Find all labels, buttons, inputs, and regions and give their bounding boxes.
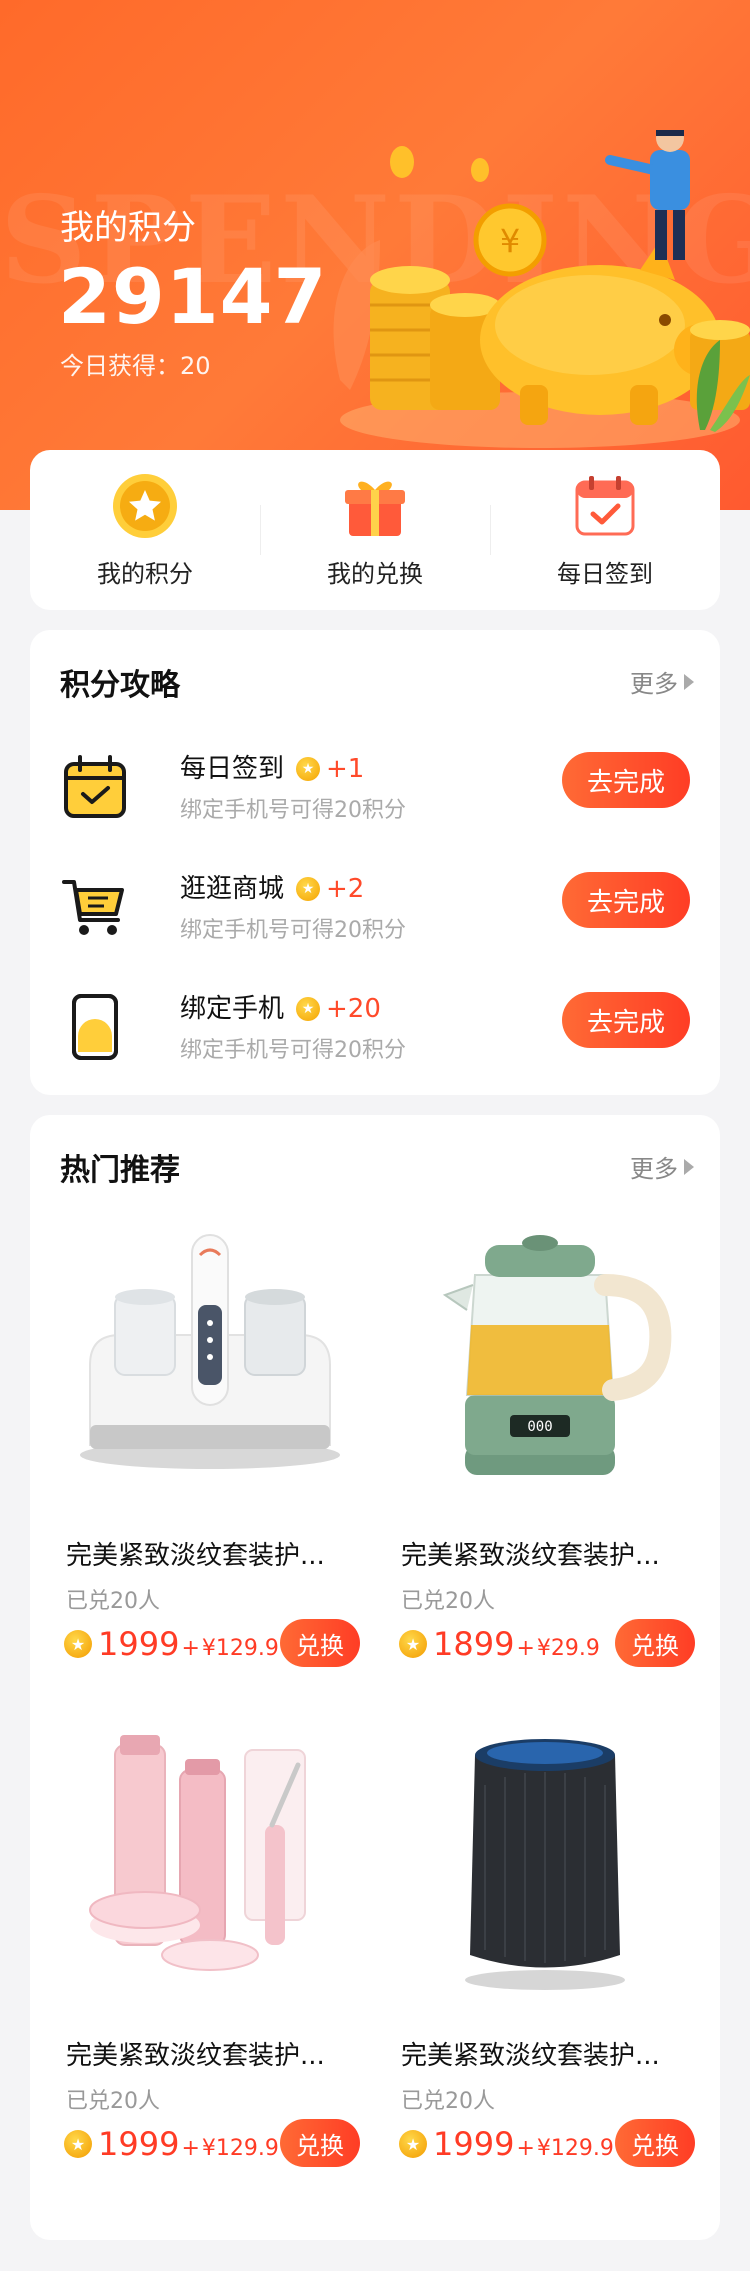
- task-desc: 绑定手机号可得20积分: [180, 918, 406, 943]
- task-daily-checkin: 每日签到 ★ +1 绑定手机号可得20积分 去完成: [60, 742, 690, 842]
- task-reward: ★ +2: [296, 874, 364, 904]
- skincare-set-image: [89, 1735, 306, 1971]
- shopping-cart-icon: [62, 880, 124, 935]
- task-reward: ★ +20: [296, 994, 381, 1024]
- product-name: 完美紧致淡纹套装护...: [66, 1541, 325, 1571]
- coin-icon: ★: [399, 1630, 427, 1658]
- quick-my-points[interactable]: 我的积分: [30, 450, 260, 610]
- points-header: SPENDING 我的积分 29147 今日获得：20 ¥: [0, 0, 750, 510]
- task-name: 绑定手机: [180, 994, 285, 1024]
- quick-label: 每日签到: [557, 559, 653, 588]
- quick-my-exchange[interactable]: 我的兑换: [260, 450, 490, 610]
- task-browse-mall: 逛逛商城 ★ +2 绑定手机号可得20积分 去完成: [60, 862, 690, 962]
- exchange-button[interactable]: 兑换: [615, 1619, 695, 1667]
- svg-text:¥: ¥: [500, 222, 520, 260]
- calendar-check-icon: [575, 475, 635, 535]
- price-points: 1999: [98, 2125, 180, 2163]
- price-plus: +: [181, 2136, 200, 2161]
- product-sold: 已兑20人: [401, 1589, 495, 1614]
- product-sold: 已兑20人: [66, 1589, 160, 1614]
- product-sold: 已兑20人: [401, 2089, 495, 2114]
- price-points: 1999: [98, 1625, 180, 1663]
- product-price: ★ 1899 + ¥29.9: [399, 1625, 600, 1663]
- task-name: 逛逛商城: [180, 874, 285, 904]
- quick-nav: 我的积分 我的兑换 每日签到: [30, 450, 720, 610]
- task-desc: 绑定手机号可得20积分: [180, 1038, 406, 1063]
- product-sold: 已兑20人: [66, 2089, 160, 2114]
- task-reward-value: +2: [326, 874, 365, 904]
- more-label: 更多: [630, 670, 678, 698]
- price-cash: ¥129.9: [536, 2136, 614, 2161]
- task-complete-button[interactable]: 去完成: [562, 992, 690, 1048]
- strategy-more-link[interactable]: 更多: [630, 664, 694, 699]
- price-points: 1999: [433, 2125, 515, 2163]
- price-points: 1899: [433, 1625, 515, 1663]
- coin-icon: ★: [399, 2130, 427, 2158]
- coin-icon: ★: [64, 1630, 92, 1658]
- task-reward-value: +20: [326, 994, 381, 1024]
- price-cash: ¥129.9: [201, 1636, 279, 1661]
- points-strategy-section: 积分攻略 更多 每日签到 ★ +1 绑定手机号可得20积分 去完成 逛逛商城 ★…: [30, 630, 720, 1095]
- quick-label: 我的兑换: [327, 559, 423, 588]
- product-card[interactable]: 000 完美紧致淡纹套装护... 已兑20人 ★ 1899 + ¥29.9 兑换: [395, 1215, 695, 1715]
- task-reward: ★ +1: [296, 754, 364, 784]
- product-card[interactable]: 完美紧致淡纹套装护... 已兑20人 ★ 1999 + ¥129.9 兑换: [60, 1215, 360, 1715]
- svg-text:000: 000: [527, 1419, 552, 1435]
- section-title: 积分攻略: [60, 668, 180, 703]
- page-title: 我的积分: [60, 208, 196, 248]
- product-name: 完美紧致淡纹套装护...: [401, 1541, 660, 1571]
- price-cash: ¥29.9: [536, 1636, 600, 1661]
- product-name: 完美紧致淡纹套装护...: [66, 2041, 325, 2071]
- smart-speaker-image: [465, 1739, 625, 1990]
- exchange-button[interactable]: 兑换: [615, 2119, 695, 2167]
- product-card[interactable]: 完美紧致淡纹套装护... 已兑20人 ★ 1999 + ¥129.9 兑换: [395, 1715, 695, 2215]
- price-plus: +: [516, 1636, 535, 1661]
- tea-kettle-image: 000: [442, 1235, 672, 1475]
- product-price: ★ 1999 + ¥129.9: [399, 2125, 614, 2163]
- task-bind-phone: 绑定手机 ★ +20 绑定手机号可得20积分 去完成: [60, 982, 690, 1082]
- coin-icon: ★: [296, 757, 320, 781]
- gift-box-icon: [345, 481, 405, 536]
- coin-icon: ★: [296, 997, 320, 1021]
- product-card[interactable]: 完美紧致淡纹套装护... 已兑20人 ★ 1999 + ¥129.9 兑换: [60, 1715, 360, 2215]
- phone-icon: [72, 994, 118, 1060]
- points-balance: 29147: [58, 252, 328, 341]
- coin-icon: ★: [64, 2130, 92, 2158]
- more-label: 更多: [630, 1155, 678, 1183]
- star-coin-icon: [113, 473, 177, 538]
- hot-more-link[interactable]: 更多: [630, 1149, 694, 1184]
- section-title: 热门推荐: [60, 1153, 180, 1188]
- hot-recommendations-section: 热门推荐 更多 完美紧致淡纹套装护... 已兑20人 ★ 1999 + ¥129…: [30, 1115, 720, 2240]
- chevron-right-icon: [684, 673, 694, 690]
- chevron-right-icon: [684, 1158, 694, 1175]
- product-price: ★ 1999 + ¥129.9: [64, 2125, 279, 2163]
- task-complete-button[interactable]: 去完成: [562, 752, 690, 808]
- quick-daily-checkin[interactable]: 每日签到: [490, 450, 720, 610]
- task-reward-value: +1: [326, 754, 365, 784]
- product-name: 完美紧致淡纹套装护...: [401, 2041, 660, 2071]
- exchange-button[interactable]: 兑换: [280, 2119, 360, 2167]
- price-cash: ¥129.9: [201, 2136, 279, 2161]
- price-plus: +: [181, 1636, 200, 1661]
- mite-remover-image: [80, 1234, 340, 1469]
- quick-label: 我的积分: [97, 559, 193, 588]
- task-name: 每日签到: [180, 754, 285, 784]
- coin-icon: ★: [296, 877, 320, 901]
- piggy-bank-coins-illustration: ¥: [333, 130, 750, 448]
- task-desc: 绑定手机号可得20积分: [180, 798, 406, 823]
- product-price: ★ 1999 + ¥129.9: [64, 1625, 279, 1663]
- calendar-check-icon: [64, 755, 126, 818]
- price-plus: +: [516, 2136, 535, 2161]
- exchange-button[interactable]: 兑换: [280, 1619, 360, 1667]
- task-complete-button[interactable]: 去完成: [562, 872, 690, 928]
- today-earned: 今日获得：20: [60, 352, 211, 380]
